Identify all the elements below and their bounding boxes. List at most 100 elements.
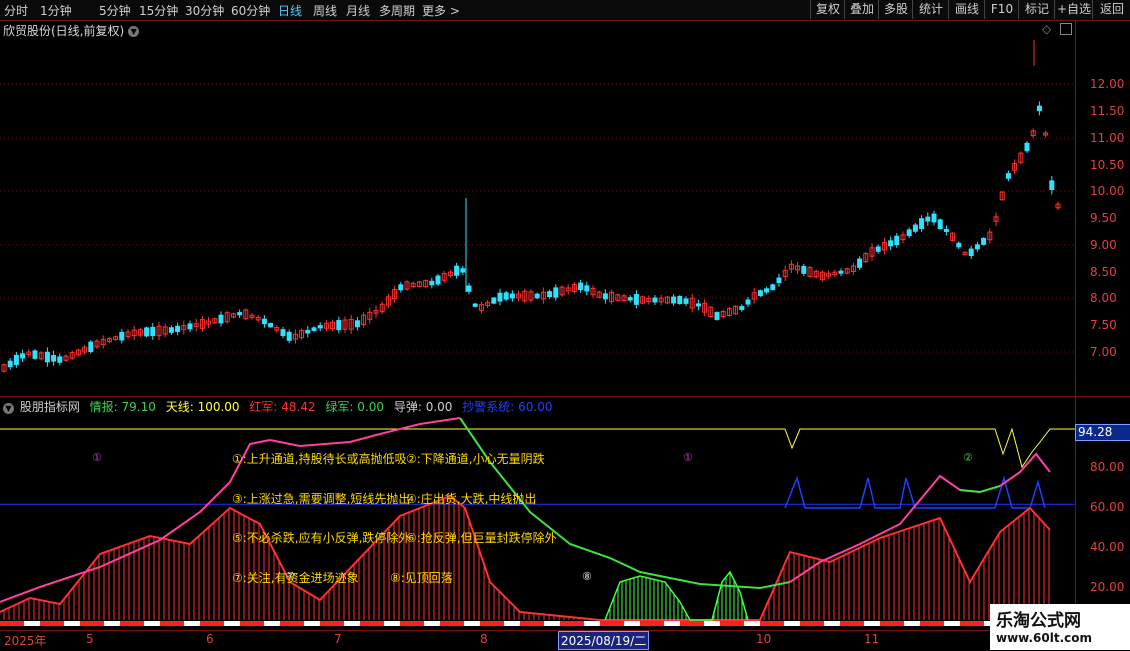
candle-body	[925, 216, 931, 222]
tab-more[interactable]: 更多 >	[422, 2, 460, 19]
candle-body	[57, 356, 63, 363]
candle-body	[13, 354, 19, 365]
candle-body	[472, 303, 478, 307]
candle-body	[435, 275, 441, 285]
tab-1min[interactable]: 1分钟	[40, 2, 72, 19]
period-strip	[760, 621, 784, 626]
period-strip	[864, 621, 880, 626]
candle-body	[714, 312, 720, 320]
period-strip	[600, 621, 624, 626]
candle-body	[20, 353, 26, 359]
tab-monthly[interactable]: 月线	[346, 2, 370, 19]
legend-annotation: ②:下降通道,小心无量阴跌	[406, 452, 545, 466]
qingbao-line	[269, 417, 461, 448]
chart-title: 欣贸股份(日线,前复权) ▼	[3, 22, 140, 39]
date-label: 11	[864, 632, 880, 646]
price-label: 9.00	[1090, 238, 1117, 252]
candle-body	[677, 296, 683, 304]
price-label: 12.00	[1090, 77, 1125, 91]
period-strip	[424, 621, 440, 626]
candle-body	[627, 297, 633, 301]
candle-body	[894, 235, 900, 246]
candle-body	[776, 277, 782, 284]
candle-body	[32, 350, 38, 359]
candle-body	[150, 326, 156, 337]
candlestick-chart[interactable]	[0, 38, 1075, 396]
tab-weekly[interactable]: 周线	[313, 2, 337, 19]
tab-30min[interactable]: 30分钟	[185, 2, 224, 19]
price-label: 9.50	[1090, 211, 1117, 225]
period-strip	[584, 621, 600, 626]
window-toggle-icon[interactable]	[1060, 23, 1072, 35]
ind-axis-label: 20.00	[1090, 580, 1125, 594]
candle-body	[931, 213, 937, 223]
period-strip	[464, 621, 480, 626]
legend-annotation: ⑤:不必杀跌,应有小反弹,跌停除外	[232, 531, 411, 545]
tab-60min[interactable]: 60分钟	[231, 2, 270, 19]
crosshair-date: 2025/08/19/二	[558, 631, 650, 650]
candle-body	[602, 293, 608, 300]
stats-button[interactable]: 统计	[912, 0, 949, 19]
candle-body	[937, 219, 943, 230]
candle-body	[671, 296, 677, 304]
draw-button[interactable]: 画线	[948, 0, 985, 19]
period-strip	[24, 621, 40, 626]
candle-body	[919, 218, 925, 230]
candle-body	[757, 290, 763, 297]
diamond-icon[interactable]: ◇	[1042, 22, 1051, 36]
candle-body	[429, 280, 435, 286]
chevron-down-icon[interactable]: ▼	[128, 26, 140, 37]
date-label: 2025年	[4, 634, 47, 648]
candle-body	[280, 329, 286, 337]
period-strip	[240, 621, 264, 626]
period-strip	[184, 621, 200, 626]
candle-body	[398, 284, 404, 291]
period-strip	[800, 621, 824, 626]
chart-title-text: 欣贸股份(日线,前复权)	[3, 24, 125, 38]
tab-daily[interactable]: 日线	[278, 2, 302, 19]
signal-marker: ⑦	[285, 570, 295, 583]
overlay-button[interactable]: 叠加	[844, 0, 879, 19]
candle-body	[534, 293, 540, 299]
back-button[interactable]: 返回	[1092, 0, 1130, 19]
tab-multi-period[interactable]: 多周期	[379, 2, 415, 19]
signal-marker: ①	[683, 451, 693, 464]
candle-body	[311, 327, 317, 331]
tab-fenshi[interactable]: 分时	[4, 2, 28, 19]
period-strip	[704, 621, 720, 626]
candle-body	[460, 268, 466, 273]
tab-5min[interactable]: 5分钟	[99, 2, 131, 19]
qingbao-line	[959, 485, 1001, 494]
period-strip	[560, 621, 584, 626]
price-label: 11.00	[1090, 131, 1125, 145]
add-watchlist-button[interactable]: +自选	[1054, 0, 1093, 19]
period-strip	[824, 621, 840, 626]
candle-body	[286, 331, 292, 341]
candle-body	[88, 341, 94, 353]
candle-body	[906, 229, 912, 237]
candle-body	[981, 237, 987, 245]
period-strip	[880, 621, 904, 626]
date-label: 8	[480, 632, 488, 646]
period-strip	[64, 621, 80, 626]
period-strip	[200, 621, 224, 626]
period-strip	[680, 621, 704, 626]
multi-stock-button[interactable]: 多股	[878, 0, 913, 19]
mark-button[interactable]: 标记	[1018, 0, 1055, 19]
legend-annotation: ④:庄出货,大跌,中线抛出	[406, 492, 537, 506]
period-strip	[664, 621, 680, 626]
tab-15min[interactable]: 15分钟	[139, 2, 178, 19]
ind-axis-label: 80.00	[1090, 460, 1125, 474]
f10-button[interactable]: F10	[984, 0, 1019, 19]
period-strip	[344, 621, 360, 626]
candle-body	[168, 327, 174, 333]
period-strip	[40, 621, 64, 626]
fuquan-button[interactable]: 复权	[810, 0, 845, 19]
period-strip	[360, 621, 384, 626]
period-strip	[960, 621, 984, 626]
candle-body	[497, 292, 503, 302]
candle-body	[237, 312, 243, 316]
indicator-chart[interactable]	[0, 412, 1075, 630]
candle-body	[695, 303, 701, 307]
period-strip	[160, 621, 184, 626]
